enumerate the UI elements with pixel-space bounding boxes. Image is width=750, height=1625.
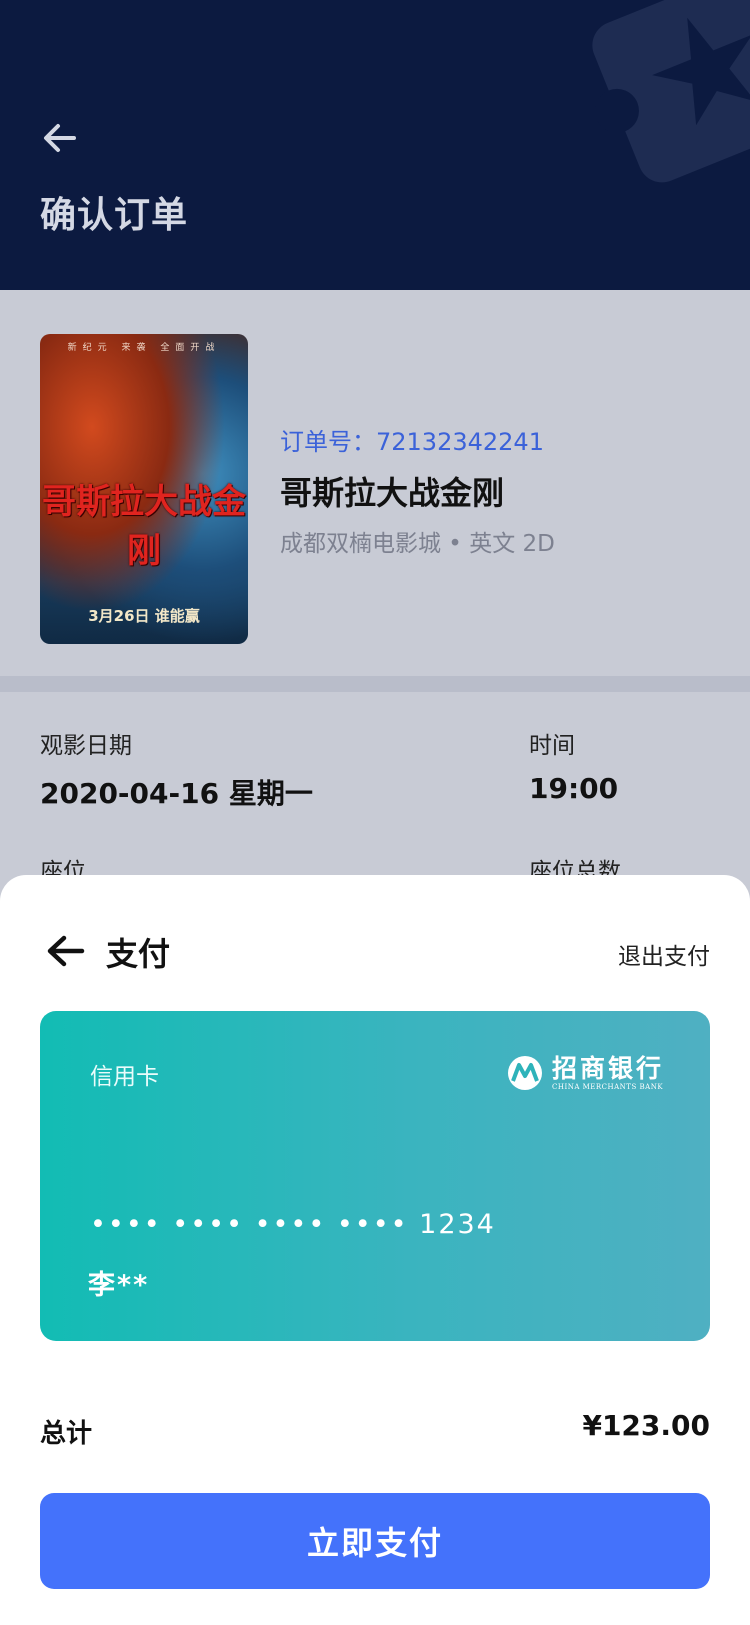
bank-logo: 招商银行 CHINA MERCHANTS BANK <box>506 1053 664 1093</box>
arrow-left-icon[interactable] <box>40 118 80 158</box>
pay-now-button[interactable]: 立即支付 <box>40 1493 710 1589</box>
card-holder: 李** <box>88 1270 150 1301</box>
ticket-star-decoration-icon <box>592 0 750 183</box>
header: 确认订单 <box>0 0 750 290</box>
bank-name-cn: 招商银行 <box>551 1053 664 1083</box>
poster-date: 3月26日 谁能赢 <box>88 607 200 625</box>
order-number: 订单号：72132342241 <box>280 428 544 456</box>
date-label: 观影日期 <box>40 733 132 759</box>
showtime-info: 观影日期 2020-04-16 星期一 时间 19:00 座位 座位总数 <box>0 692 750 892</box>
credit-card[interactable]: 信用卡 招商银行 CHINA MERCHANTS BANK •••• •••• … <box>40 1011 710 1341</box>
payment-sheet: 支付 退出支付 信用卡 招商银行 CHINA MERCHANTS BANK ••… <box>0 875 750 1625</box>
date-value: 2020-04-16 星期一 <box>40 777 313 810</box>
payment-title: 支付 <box>106 935 171 973</box>
movie-poster: 新纪元 来袭 全面开战 哥斯拉大战金刚 3月26日 谁能赢 <box>40 334 248 644</box>
total-value: ¥123.00 <box>582 1409 710 1442</box>
page-title: 确认订单 <box>40 195 189 236</box>
bank-name-en: CHINA MERCHANTS BANK <box>551 1082 664 1091</box>
card-type: 信用卡 <box>90 1064 159 1090</box>
card-number: •••• •••• •••• •••• 1234 <box>90 1209 496 1240</box>
cmb-logo-icon <box>507 1056 542 1090</box>
cinema-info: 成都双楠电影城 • 英文 2D <box>280 531 555 557</box>
total-label: 总计 <box>40 1419 93 1449</box>
arrow-left-icon[interactable] <box>46 933 86 969</box>
poster-title: 哥斯拉大战金刚 <box>42 482 246 571</box>
section-divider <box>0 676 750 692</box>
movie-section: 新纪元 来袭 全面开战 哥斯拉大战金刚 3月26日 谁能赢 订单号：721323… <box>0 290 750 676</box>
poster-tagline: 新纪元 来袭 全面开战 <box>67 343 221 353</box>
movie-title: 哥斯拉大战金刚 <box>280 474 505 512</box>
time-value: 19:00 <box>529 772 619 805</box>
exit-payment-link[interactable]: 退出支付 <box>618 937 710 971</box>
time-label: 时间 <box>529 733 575 759</box>
